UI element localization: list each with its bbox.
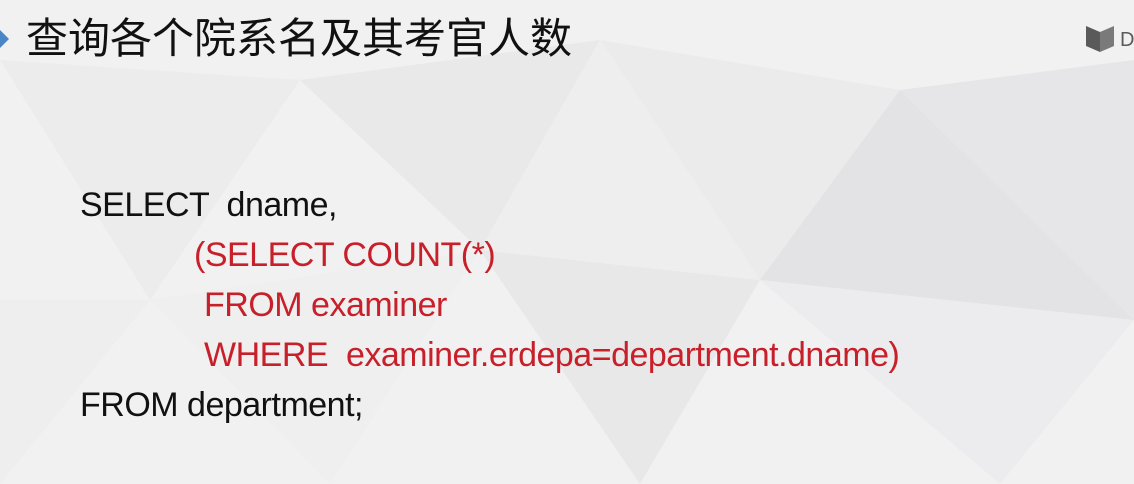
- title-bullet-icon: [0, 30, 9, 48]
- code-line-select: SELECT dname,: [80, 186, 337, 224]
- code-line-subquery-where: WHERE examiner.erdepa=department.dname): [204, 336, 900, 374]
- code-line-subquery-from: FROM examiner: [204, 286, 447, 324]
- code-line-subquery-select: (SELECT COUNT(*): [194, 236, 496, 274]
- book-icon: D: [1084, 22, 1134, 56]
- code-line-from: FROM department;: [80, 386, 363, 424]
- logo-letter: D: [1120, 29, 1134, 51]
- sql-code-block: SELECT dname, (SELECT COUNT(*) FROM exam…: [80, 180, 900, 480]
- slide-title: 查询各个院系名及其考官人数: [26, 14, 573, 63]
